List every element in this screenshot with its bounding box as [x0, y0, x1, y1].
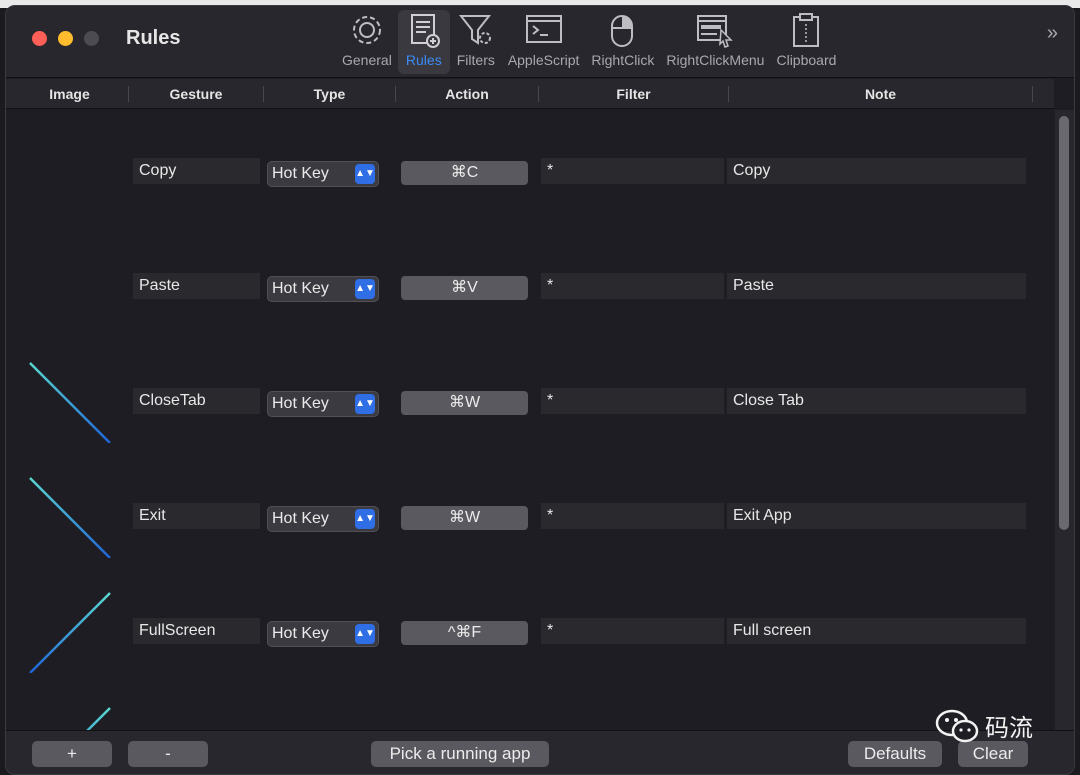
type-select-value: Hot Key	[272, 165, 329, 182]
tab-filters[interactable]: Filters	[450, 10, 502, 74]
close-window-button[interactable]	[32, 31, 47, 46]
gesture-name-field[interactable]: Copy	[133, 158, 260, 184]
action-hotkey-button[interactable]: ⌘W	[401, 391, 528, 415]
tab-rightclick[interactable]: RightClick	[585, 10, 660, 74]
type-select-value: Hot Key	[272, 510, 329, 527]
scrollbar-thumb[interactable]	[1059, 116, 1069, 530]
note-field[interactable]: Close Tab	[727, 388, 1026, 414]
clear-button[interactable]: Clear	[958, 741, 1028, 767]
column-header-gesture[interactable]: Gesture	[129, 79, 263, 109]
tab-rightclickmenu[interactable]: RightClickMenu	[660, 10, 770, 74]
zoom-window-button[interactable]	[84, 31, 99, 46]
remove-rule-button[interactable]: -	[128, 741, 208, 767]
type-select[interactable]: Hot Key ▲▼	[267, 506, 379, 532]
bottom-bar: + - Pick a running app Defaults Clear	[6, 730, 1074, 774]
title-bar: Rules General Rules Filters AppleScript …	[6, 6, 1074, 78]
type-select[interactable]: Hot Key ▲▼	[267, 276, 379, 302]
action-hotkey-button[interactable]: ^⌘F	[401, 621, 528, 645]
tab-applescript[interactable]: AppleScript	[502, 10, 586, 74]
tab-rightclick-label: RightClick	[591, 52, 655, 68]
column-header-image[interactable]: Image	[6, 79, 133, 109]
watermark: 码流	[935, 708, 1033, 743]
table-row[interactable]: Exit Hot Key ▲▼ ⌘W * Exit App	[6, 455, 1054, 570]
mouse-icon	[610, 15, 633, 47]
rules-window: Rules General Rules Filters AppleScript …	[5, 5, 1075, 775]
table-row[interactable]: Copy Hot Key ▲▼ ⌘C * Copy	[6, 110, 1054, 225]
chevron-down-icon: ▲▼	[355, 164, 375, 184]
filter-field[interactable]: *	[541, 158, 724, 184]
action-hotkey-button[interactable]: ⌘C	[401, 161, 528, 185]
filter-field[interactable]: *	[541, 388, 724, 414]
chevron-down-icon: ▲▼	[355, 624, 375, 644]
gesture-name-field[interactable]: FullScreen	[133, 618, 260, 644]
gear-icon	[352, 16, 381, 44]
gesture-name-field[interactable]: Paste	[133, 273, 260, 299]
gesture-up-right-icon	[29, 592, 111, 673]
table-row[interactable]: FullScreen Hot Key ▲▼ ^⌘F * Full screen	[6, 570, 1054, 685]
tab-rules-label: Rules	[405, 52, 442, 68]
gesture-name-field[interactable]: Exit	[133, 503, 260, 529]
column-divider	[1032, 86, 1033, 102]
gesture-name-field[interactable]: CloseTab	[133, 388, 260, 414]
tab-filters-label: Filters	[456, 52, 495, 68]
filter-field[interactable]: *	[541, 273, 724, 299]
type-select[interactable]: Hot Key ▲▼	[267, 621, 379, 647]
table-row[interactable]: CloseTab Hot Key ▲▼ ⌘W * Close Tab	[6, 340, 1054, 455]
toolbar-overflow-button[interactable]: »	[1047, 22, 1058, 45]
type-select-value: Hot Key	[272, 395, 329, 412]
vertical-scrollbar[interactable]	[1055, 110, 1074, 730]
type-select-value: Hot Key	[272, 280, 329, 297]
defaults-button[interactable]: Defaults	[848, 741, 942, 767]
terminal-icon	[525, 15, 562, 43]
filter-field[interactable]: *	[541, 503, 724, 529]
column-header-note[interactable]: Note	[729, 79, 1032, 109]
note-field[interactable]: Paste	[727, 273, 1026, 299]
gesture-down-right-icon	[29, 477, 111, 558]
action-hotkey-button[interactable]: ⌘W	[401, 506, 528, 530]
wechat-icon	[935, 709, 979, 742]
gesture-down-right-icon	[29, 362, 111, 443]
tab-clipboard[interactable]: Clipboard	[770, 10, 842, 74]
type-select[interactable]: Hot Key ▲▼	[267, 161, 379, 187]
add-rule-button[interactable]: +	[32, 741, 112, 767]
clipboard-icon	[793, 13, 820, 47]
type-select[interactable]: Hot Key ▲▼	[267, 391, 379, 417]
note-field[interactable]: Copy	[727, 158, 1026, 184]
column-header-filter[interactable]: Filter	[539, 79, 728, 109]
tab-rules[interactable]: Rules	[397, 10, 450, 74]
chevron-down-icon: ▲▼	[355, 279, 375, 299]
minimize-window-button[interactable]	[58, 31, 73, 46]
tab-applescript-label: AppleScript	[507, 52, 580, 68]
tab-general[interactable]: General	[336, 10, 398, 74]
gesture-down-icon	[68, 133, 72, 213]
filter-funnel-icon	[458, 15, 491, 45]
note-field[interactable]: Full screen	[727, 618, 1026, 644]
column-header-type[interactable]: Type	[264, 79, 395, 109]
tab-clipboard-label: Clipboard	[776, 52, 837, 68]
pick-running-app-button[interactable]: Pick a running app	[371, 741, 549, 767]
gesture-down-icon	[68, 248, 72, 328]
table-row[interactable]	[6, 685, 1054, 730]
watermark-text: 码流	[985, 714, 1033, 742]
chevron-down-icon: ▲▼	[355, 394, 375, 414]
menu-cursor-icon	[697, 15, 734, 48]
rules-list-icon	[410, 14, 440, 48]
action-hotkey-button[interactable]: ⌘V	[401, 276, 528, 300]
window-title: Rules	[126, 27, 181, 49]
table-row[interactable]: Paste Hot Key ▲▼ ⌘V * Paste	[6, 225, 1054, 340]
tab-rightclickmenu-label: RightClickMenu	[666, 52, 765, 68]
tab-general-label: General	[342, 52, 392, 68]
note-field[interactable]: Exit App	[727, 503, 1026, 529]
chevron-down-icon: ▲▼	[355, 509, 375, 529]
type-select-value: Hot Key	[272, 625, 329, 642]
preferences-toolbar: General Rules Filters AppleScript RightC…	[336, 10, 842, 74]
table-header: Image Gesture Type Action Filter Note	[6, 79, 1054, 109]
filter-field[interactable]: *	[541, 618, 724, 644]
rules-table: Copy Hot Key ▲▼ ⌘C * Copy Paste Hot Key …	[6, 110, 1054, 730]
column-header-action[interactable]: Action	[396, 79, 538, 109]
gesture-up-right-icon	[86, 707, 111, 730]
